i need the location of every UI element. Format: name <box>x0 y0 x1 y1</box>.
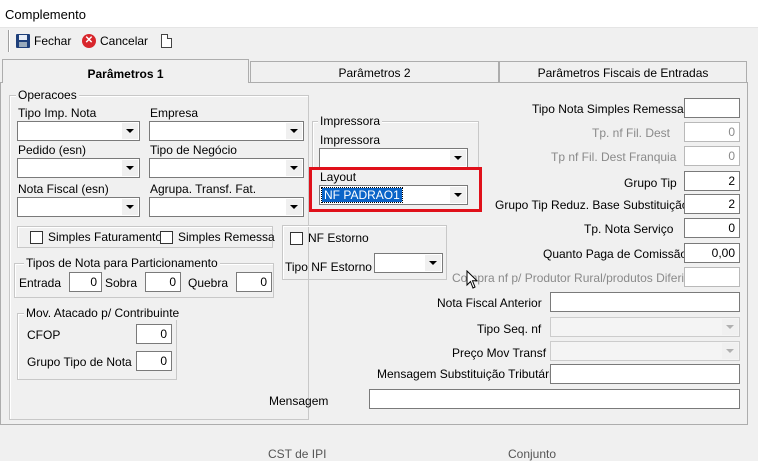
grupo-tip-label: Grupo Tip <box>624 176 677 190</box>
cst-ipi-partial-label: CST de IPI <box>268 447 327 461</box>
nota-fiscal-combo[interactable] <box>17 197 140 217</box>
entrada-label: Entrada <box>19 276 62 290</box>
chevron-down-icon[interactable] <box>122 199 138 215</box>
agrupa-combo[interactable] <box>149 197 304 217</box>
document-icon <box>161 34 172 48</box>
mensagem-input[interactable] <box>369 389 740 409</box>
tipo-seq-nf-combo <box>550 317 740 337</box>
tipo-imp-nota-label: Tipo Imp. Nota <box>18 106 97 120</box>
tipo-seq-nf-label: Tipo Seq. nf <box>477 322 542 336</box>
chevron-down-icon <box>722 343 738 359</box>
chevron-down-icon <box>722 319 738 335</box>
tab-parametros-fiscais-entradas[interactable]: Parâmetros Fiscais de Entradas <box>499 61 747 82</box>
chevron-down-icon[interactable] <box>286 123 302 139</box>
tp-nota-servico-label: Tp. Nota Serviço <box>584 222 674 236</box>
empresa-label: Empresa <box>150 106 199 120</box>
simples-remessa-checkbox[interactable]: Simples Remessa <box>160 230 275 244</box>
cancelar-label: Cancelar <box>100 34 149 48</box>
sobra-input[interactable]: 0 <box>145 272 181 292</box>
chevron-down-icon[interactable] <box>122 123 138 139</box>
compra-nf-produtor-label: Compra nf p/ Produtor Rural/produtos Dif… <box>452 271 704 285</box>
cancelar-button[interactable]: ✕ Cancelar <box>82 31 148 51</box>
sobra-label: Sobra <box>105 276 138 290</box>
chevron-down-icon[interactable] <box>286 160 302 176</box>
grupo-tipo-nota-input[interactable]: 0 <box>136 351 172 371</box>
tipo-nota-simples-remessa-input[interactable] <box>684 98 740 118</box>
title-bar: Complemento <box>0 0 758 28</box>
tipo-negocio-label: Tipo de Negócio <box>150 143 237 157</box>
pedido-combo[interactable] <box>17 158 140 178</box>
tipo-nf-estorno-label: Tipo NF Estorno <box>285 260 372 274</box>
operacoes-legend: Operacoes <box>16 88 79 102</box>
impressora-combo[interactable] <box>319 148 468 168</box>
impressora-legend: Impressora <box>318 114 383 128</box>
empresa-combo[interactable] <box>149 121 304 141</box>
grupo-tipo-nota-label: Grupo Tipo de Nota <box>27 355 132 369</box>
fechar-button[interactable]: Fechar <box>16 31 71 51</box>
tipo-nf-estorno-combo[interactable] <box>374 253 443 273</box>
tp-nota-servico-input[interactable]: 0 <box>684 218 740 238</box>
nota-fiscal-anterior-label: Nota Fiscal Anterior <box>437 296 542 310</box>
simples-faturamento-checkbox[interactable]: Simples Faturamento <box>30 230 162 244</box>
mensagem-subst-input[interactable] <box>550 364 740 384</box>
window-title: Complemento <box>5 7 86 22</box>
cfop-label: CFOP <box>27 328 61 342</box>
mensagem-subst-label: Mensagem Substituição Tributária <box>377 367 559 381</box>
agrupa-label: Agrupa. Transf. Fat. <box>150 182 257 196</box>
cancel-icon: ✕ <box>82 34 96 48</box>
nota-fiscal-label: Nota Fiscal (esn) <box>18 182 109 196</box>
preco-mov-transf-combo <box>550 341 740 361</box>
pedido-label: Pedido (esn) <box>18 143 87 157</box>
tab-parametros-2[interactable]: Parâmetros 2 <box>250 61 499 82</box>
quanto-paga-comissao-input[interactable]: 0,00 <box>684 243 740 263</box>
nf-estorno-checkbox[interactable]: NF Estorno <box>290 231 369 245</box>
tipo-nota-simples-remessa-label: Tipo Nota Simples Remessa <box>532 102 684 116</box>
preco-mov-transf-label: Preço Mov Transf <box>452 346 547 360</box>
fechar-label: Fechar <box>34 34 72 48</box>
grupo-tip-reduz-input[interactable]: 2 <box>684 194 740 214</box>
tipo-negocio-combo[interactable] <box>149 158 304 178</box>
quebra-label: Quebra <box>188 276 229 290</box>
conjunto-partial-label: Conjunto <box>508 447 557 461</box>
tp-nf-fil-dest-franquia-input: 0 <box>684 146 740 166</box>
particionamento-legend: Tipos de Nota para Particionamento <box>24 256 220 270</box>
mouse-cursor-icon <box>466 270 479 289</box>
entrada-input[interactable]: 0 <box>69 272 102 292</box>
toolbar-grip <box>8 30 10 52</box>
grupo-tip-input[interactable]: 2 <box>684 171 740 191</box>
tp-nf-fil-dest-input: 0 <box>684 122 740 142</box>
toolbar: Fechar ✕ Cancelar <box>8 29 178 53</box>
grupo-tip-reduz-label: Grupo Tip Reduz. Base Substituição <box>495 198 689 212</box>
mensagem-label: Mensagem <box>269 394 329 408</box>
chevron-down-icon[interactable] <box>450 150 466 166</box>
layout-highlight-box <box>309 167 482 212</box>
chevron-down-icon[interactable] <box>122 160 138 176</box>
compra-nf-produtor-input <box>684 267 740 287</box>
quanto-paga-comissao-label: Quanto Paga de Comissão <box>543 247 688 261</box>
tipo-imp-nota-combo[interactable] <box>17 121 140 141</box>
tab-parametros-1[interactable]: Parâmetros 1 <box>2 59 249 83</box>
nota-fiscal-anterior-input[interactable] <box>550 292 740 312</box>
tp-nf-fil-dest-label: Tp. nf Fil. Dest <box>592 126 671 140</box>
tp-nf-fil-dest-franquia-label: Tp nf Fil. Dest Franquia <box>551 150 677 164</box>
new-document-button[interactable] <box>161 31 172 51</box>
cfop-input[interactable]: 0 <box>136 324 172 344</box>
mov-atacado-legend: Mov. Atacado p/ Contribuinte <box>24 306 182 320</box>
save-icon <box>16 34 30 48</box>
chevron-down-icon[interactable] <box>425 255 441 271</box>
impressora-label: Impressora <box>320 133 381 147</box>
chevron-down-icon[interactable] <box>286 199 302 215</box>
quebra-input[interactable]: 0 <box>236 272 272 292</box>
